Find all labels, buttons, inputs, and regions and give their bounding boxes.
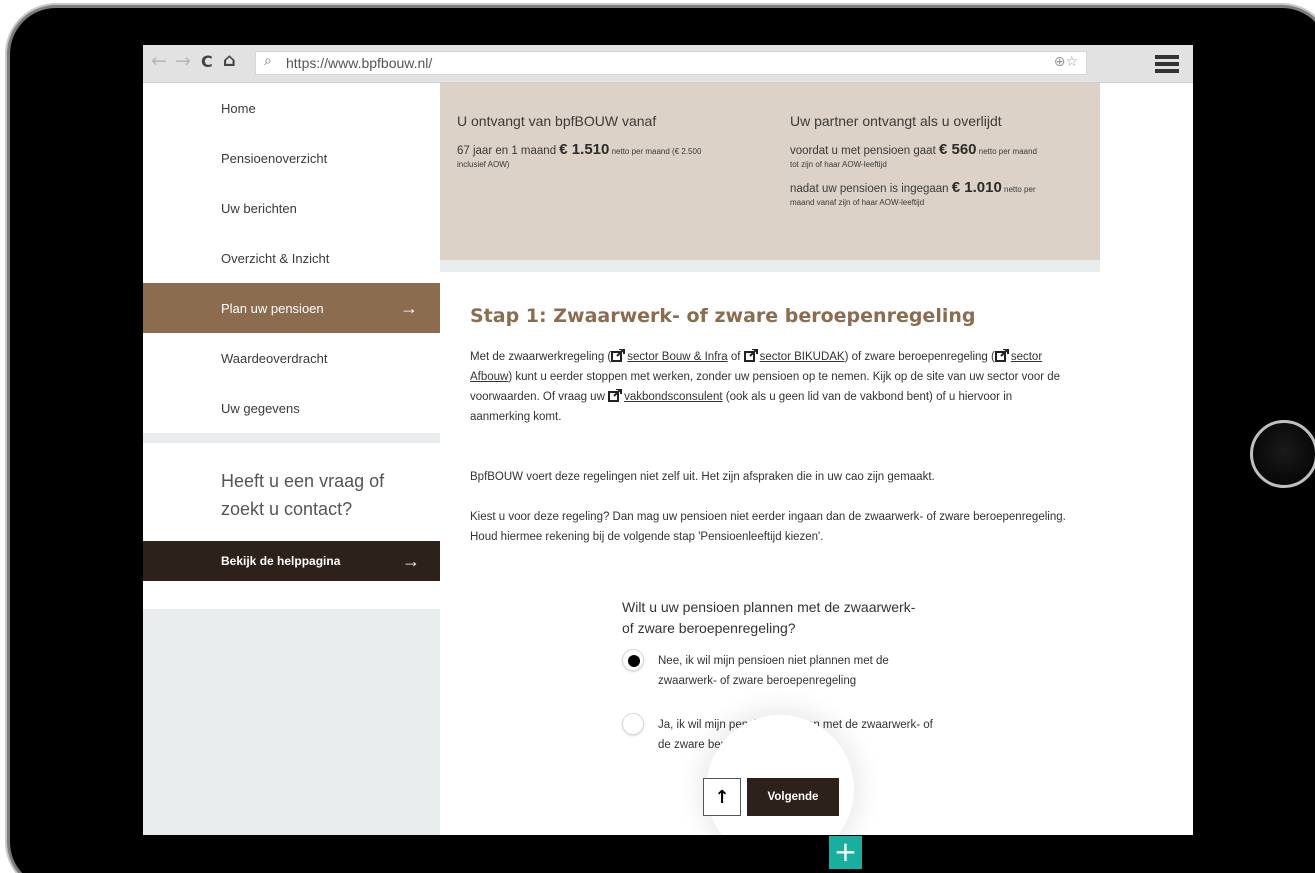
sidebar-nav: Home Pensioenoverzicht Uw berichten Over… [143,83,440,433]
own-benefit-suffix: netto per maand (€ 2.500 [609,147,702,156]
partner-after-text: nadat uw pensioen is ingegaan [790,183,952,195]
own-benefit-heading: U ontvangt van bpfBOUW vanaf [457,113,657,129]
link-sector-bikudak[interactable]: sector BIKUDAK [760,351,845,363]
radio-yes[interactable] [622,713,644,735]
radio-selected-dot [628,655,640,667]
own-benefit-amount: € 1.510 [559,141,610,158]
own-benefit: U ontvangt van bpfBOUW vanaf 67 jaar en … [457,113,775,181]
cao-paragraph: BpfBOUW voert deze regelingen niet zelf … [470,471,935,483]
partner-before-suffix: netto per maand [976,147,1037,156]
address-bar[interactable]: ⌕ https://www.bpfbouw.nl/ ⊕☆ [255,51,1087,75]
partner-benefit-before-line: voordat u met pensioen gaat € 560 netto … [790,141,1090,171]
plus-icon[interactable]: + [829,836,862,869]
browser-toolbar: ← → C ⌂ ⌕ https://www.bpfbouw.nl/ ⊕☆ [143,45,1193,83]
partner-before-note: tot zijn of haar AOW-leeftijd [790,160,887,169]
page-title: Stap 1: Zwaarwerk- of zware beroepenrege… [470,305,976,327]
question-text: Wilt u uw pensioen plannen met de zwaarw… [622,599,916,636]
help-box: Heeft u een vraag of zoekt u contact? Be… [143,443,440,609]
partner-benefit-heading: Uw partner ontvangt als u overlijdt [790,113,1002,129]
text-fragment: Met de zwaarwerkregeling ( [470,351,612,363]
sidebar-item-label: Waardeoverdracht [221,350,328,366]
text-fragment: ) of zware beroepenregeling ( [844,351,995,363]
zoom-bookmark-icons[interactable]: ⊕☆ [1054,54,1078,70]
sidebar-divider [143,433,440,443]
sidebar-item-label: Pensioenoverzicht [221,150,328,166]
link-sector-bouw-infra[interactable]: sector Bouw & Infra [627,351,727,363]
help-button-label: Bekijk de helppagina [221,554,341,568]
arrow-right-icon: → [400,297,418,318]
external-link-icon [994,349,1009,362]
sidebar-item-gegevens[interactable]: Uw gegevens [143,383,440,433]
partner-after-suffix: netto per [1001,185,1036,194]
own-benefit-age: 67 jaar en 1 maand [457,145,560,157]
sidebar-item-plan-pensioen[interactable]: Plan uw pensioen → [143,283,440,333]
search-icon: ⌕ [264,53,272,69]
own-benefit-amount-line: 67 jaar en 1 maand € 1.510 netto per maa… [457,141,775,171]
external-link-icon [743,349,758,362]
sidebar-item-overzicht-inzicht[interactable]: Overzicht & Inzicht [143,233,440,283]
forward-arrow-icon[interactable]: → [175,50,191,72]
sidebar-item-label: Uw gegevens [221,400,300,416]
hamburger-menu-icon[interactable] [1155,55,1179,73]
next-button[interactable]: Volgende [747,778,839,816]
back-arrow-icon[interactable]: ← [151,50,167,72]
sidebar-item-waardeoverdracht[interactable]: Waardeoverdracht [143,333,440,383]
sidebar-item-label: Overzicht & Inzicht [221,250,330,266]
sidebar-item-home[interactable]: Home [143,83,440,133]
partner-before-text: voordat u met pensioen gaat [790,145,939,157]
choice-paragraph: Kiest u voor deze regeling? Dan mag uw p… [470,511,1066,543]
tablet-screen: ← → C ⌂ ⌕ https://www.bpfbouw.nl/ ⊕☆ Hom… [143,45,1193,835]
home-icon[interactable]: ⌂ [223,50,236,71]
own-benefit-note: inclusief AOW) [457,160,510,169]
reload-icon[interactable]: C [201,52,213,71]
help-page-button[interactable]: Bekijk de helppagina → [143,541,440,581]
external-link-icon [611,349,626,362]
sidebar-item-berichten[interactable]: Uw berichten [143,183,440,233]
arrow-right-icon: → [402,550,420,571]
text-fragment: of [727,351,744,363]
radio-no[interactable] [622,649,644,671]
partner-after-amount: € 1.010 [951,179,1002,196]
sidebar-item-label: Plan uw pensioen [221,300,324,316]
help-title: Heeft u een vraag of zoekt u contact? [221,471,385,519]
scroll-up-button[interactable]: ↑ [703,778,741,816]
section-divider [440,260,1100,272]
url-text: https://www.bpfbouw.nl/ [286,55,433,71]
partner-before-amount: € 560 [938,141,977,158]
partner-benefit-after-line: nadat uw pensioen is ingegaan € 1.010 ne… [790,179,1090,209]
partner-benefit: Uw partner ontvangt als u overlijdt voor… [790,113,1090,219]
benefit-summary: U ontvangt van bpfBOUW vanaf 67 jaar en … [440,83,1100,260]
option-no-label[interactable]: Nee, ik wil mijn pensioen niet plannen m… [658,651,938,691]
sidebar-item-label: Uw berichten [221,200,297,216]
link-vakbondsconsulent[interactable]: vakbondsconsulent [624,391,722,403]
intro-paragraph: Met de zwaarwerkregeling ( sector Bouw & … [470,347,1070,427]
sidebar: Home Pensioenoverzicht Uw berichten Over… [143,83,440,835]
sidebar-item-label: Home [221,100,256,116]
external-link-icon [608,389,623,402]
tablet-home-button[interactable] [1250,420,1315,488]
sidebar-item-pensioenoverzicht[interactable]: Pensioenoverzicht [143,133,440,183]
partner-after-note: maand vanaf zijn of haar AOW-leeftijd [790,198,925,207]
